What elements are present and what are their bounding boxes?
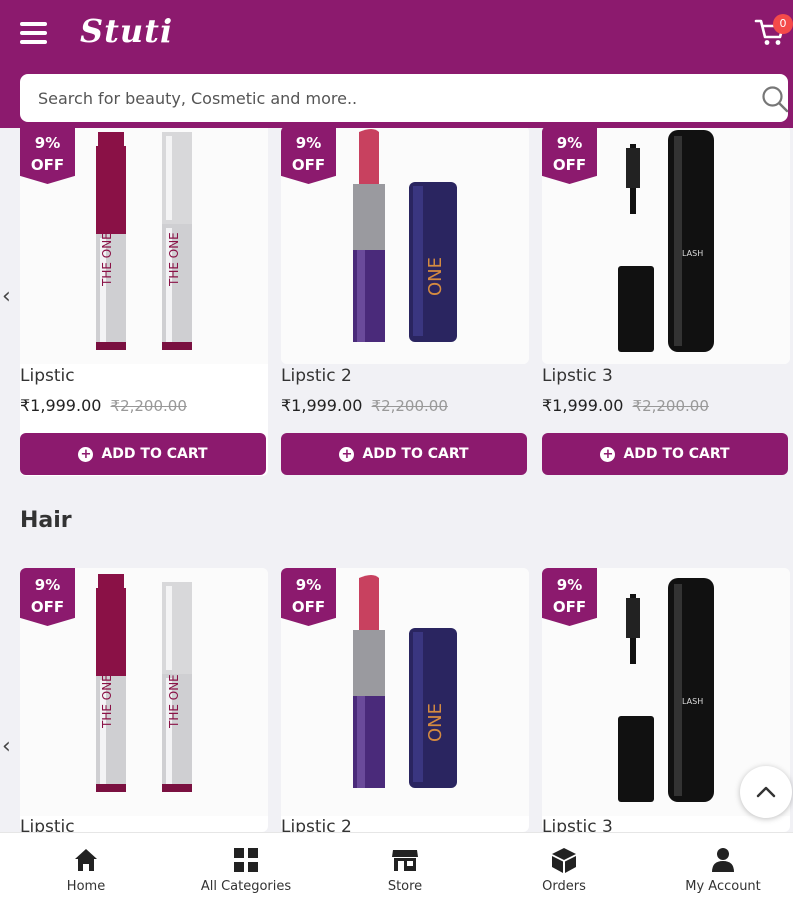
svg-text:THE ONE: THE ONE: [167, 232, 181, 287]
discount-badge: 9% OFF: [20, 568, 75, 626]
discount-badge: 9% OFF: [20, 126, 75, 184]
box-icon: [552, 848, 576, 873]
old-price: ₹2,200.00: [110, 397, 187, 415]
product-price: ₹1,999.00 ₹2,200.00: [281, 396, 448, 415]
product-card[interactable]: ONE 9% OFF: [281, 568, 529, 832]
plus-circle-icon: +: [600, 446, 616, 462]
svg-text:THE ONE: THE ONE: [100, 232, 114, 287]
nav-label: All Categories: [200, 879, 292, 894]
store-icon: [392, 850, 418, 871]
app-header: Stuti 0: [0, 0, 793, 128]
discount-badge: 9% OFF: [542, 126, 597, 184]
hamburger-icon[interactable]: [20, 22, 47, 44]
product-name[interactable]: Lipstic 2: [281, 366, 352, 386]
user-icon: [712, 848, 734, 872]
product-price: ₹1,999.00 ₹2,200.00: [542, 396, 709, 415]
add-to-cart-button[interactable]: + ADD TO CART: [281, 433, 527, 475]
carousel-prev-icon[interactable]: ‹: [2, 734, 18, 759]
home-icon: [75, 849, 97, 871]
svg-text:ONE: ONE: [425, 703, 446, 742]
current-price: ₹1,999.00: [281, 396, 363, 415]
discount-badge: 9% OFF: [542, 568, 597, 626]
chevron-up-icon: [756, 786, 776, 798]
product-card[interactable]: THE ONE THE ONE 9% OFF: [20, 90, 268, 476]
plus-circle-icon: +: [339, 446, 355, 462]
svg-text:THE ONE: THE ONE: [100, 674, 114, 729]
nav-label: Orders: [542, 879, 586, 894]
nav-label: Home: [66, 879, 106, 894]
search-icon[interactable]: [760, 84, 790, 114]
grid-icon: [234, 848, 258, 872]
svg-text:THE ONE: THE ONE: [167, 674, 181, 729]
product-name[interactable]: Lipstic 3: [542, 366, 613, 386]
add-to-cart-button[interactable]: + ADD TO CART: [542, 433, 788, 475]
discount-badge: 9% OFF: [281, 126, 336, 184]
bottom-navigation: Home All Categories Store Orders My Acco…: [0, 832, 793, 900]
add-to-cart-button[interactable]: + ADD TO CART: [20, 433, 266, 475]
nav-home[interactable]: Home: [16, 833, 156, 900]
product-name[interactable]: Lipstic: [20, 366, 75, 386]
carousel-prev-icon[interactable]: ‹: [2, 284, 18, 309]
svg-text:LASH: LASH: [682, 249, 703, 258]
plus-circle-icon: +: [78, 446, 94, 462]
app-logo[interactable]: Stuti: [80, 12, 173, 50]
old-price: ₹2,200.00: [632, 397, 709, 415]
search-bar: [20, 74, 790, 122]
nav-my-account[interactable]: My Account: [653, 833, 793, 900]
discount-badge: 9% OFF: [281, 568, 336, 626]
product-card[interactable]: THE ONE THE ONE 9% OFF: [20, 568, 268, 832]
old-price: ₹2,200.00: [371, 397, 448, 415]
cart-count-badge: 0: [773, 14, 793, 34]
current-price: ₹1,999.00: [20, 396, 102, 415]
search-input[interactable]: [38, 74, 738, 122]
nav-all-categories[interactable]: All Categories: [176, 833, 316, 900]
nav-store[interactable]: Store: [335, 833, 475, 900]
nav-label: My Account: [685, 879, 761, 894]
nav-orders[interactable]: Orders: [494, 833, 634, 900]
section-title-hair: Hair: [20, 508, 72, 533]
svg-text:LASH: LASH: [682, 697, 703, 706]
product-price: ₹1,999.00 ₹2,200.00: [20, 396, 187, 415]
product-card[interactable]: ONE 9% OFF: [281, 126, 529, 364]
product-card[interactable]: LASH 9% OFF: [542, 126, 790, 364]
svg-text:ONE: ONE: [425, 257, 446, 296]
scroll-to-top-button[interactable]: [740, 766, 792, 818]
current-price: ₹1,999.00: [542, 396, 624, 415]
nav-label: Store: [387, 879, 423, 894]
